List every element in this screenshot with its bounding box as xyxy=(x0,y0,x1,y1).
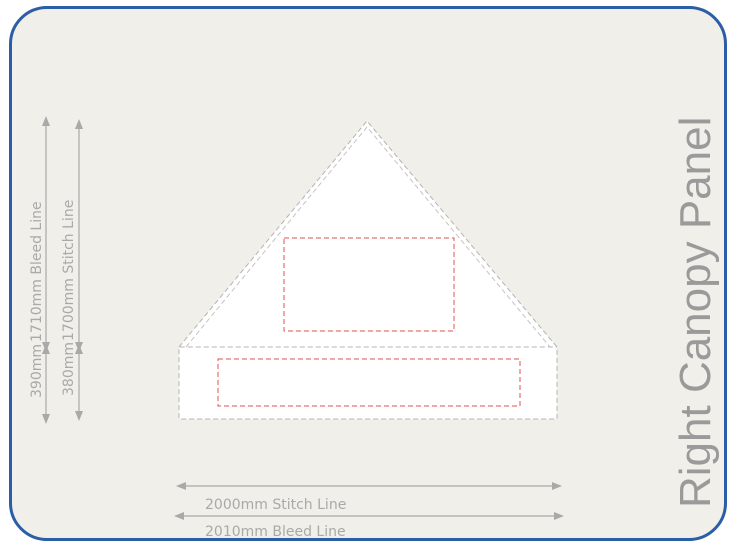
bleed-bottom-label: 390mm xyxy=(29,344,45,398)
canopy-diagram: 1710mm Bleed Line 390mm 1700mm Stitch Li… xyxy=(29,116,720,540)
canopy-panel-shape xyxy=(179,121,557,419)
bleed-top-label: 1710mm Bleed Line xyxy=(29,201,45,342)
stitch-bottom-label: 380mm xyxy=(61,342,77,396)
bleed-width-label: 2010mm Bleed Line xyxy=(205,524,346,540)
stitch-top-label: 1700mm Stitch Line xyxy=(61,200,77,341)
panel-title: Right Canopy Panel xyxy=(671,117,720,508)
stitch-width-label: 2000mm Stitch Line xyxy=(205,497,346,513)
